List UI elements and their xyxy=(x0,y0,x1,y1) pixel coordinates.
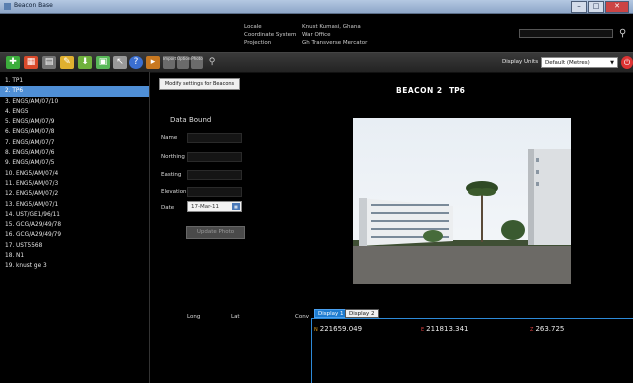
lat-label: Lat xyxy=(231,314,240,320)
northing-readout: N 221659.049 xyxy=(314,325,362,333)
list-item[interactable]: 5. ENG5/AM/07/9 xyxy=(0,117,149,127)
z-key: Z xyxy=(530,327,534,333)
list-item[interactable]: 12. ENG5/AM/07/2 xyxy=(0,189,149,199)
list-item[interactable]: 19. knust ge 3 xyxy=(0,261,149,271)
projection-label: Projection xyxy=(244,40,272,46)
beacon-title: BEACON 2 xyxy=(396,86,443,95)
list-item[interactable]: 4. ENG5 xyxy=(0,107,149,117)
window-controls: – □ ✕ xyxy=(570,1,629,13)
display-panel: Display 1 Display 2 N 221659.049 E 211813.… xyxy=(311,306,633,383)
list-item[interactable]: 3. ENG5/AM/07/10 xyxy=(0,97,149,107)
edit-icon[interactable]: ✎ xyxy=(60,56,74,69)
easting-label: Easting xyxy=(161,172,182,178)
list-item[interactable]: 15. GCG/A29/49/78 xyxy=(0,220,149,230)
e-key: E xyxy=(421,327,425,333)
document-icon[interactable]: ▤ xyxy=(42,56,56,69)
close-icon[interactable]: ✕ xyxy=(605,1,629,13)
tab-display-1[interactable]: Display 1 xyxy=(314,309,348,318)
list-item[interactable]: 1. TP1 xyxy=(0,76,149,86)
data-bound-title: Data Bound xyxy=(170,116,212,124)
list-item[interactable]: 10. ENG5/AM/07/4 xyxy=(0,169,149,179)
date-picker[interactable]: 17-Mar-11 ▦ xyxy=(187,201,242,212)
import-button[interactable]: Import xyxy=(163,56,176,69)
options-button[interactable]: Options xyxy=(177,56,192,69)
list-item[interactable]: 7. ENG5/AM/07/7 xyxy=(0,138,149,148)
display-units-label: Display Units xyxy=(502,59,539,65)
list-item[interactable]: 11. ENG5/AM/07/3 xyxy=(0,179,149,189)
list-item[interactable]: 8. ENG5/AM/07/6 xyxy=(0,148,149,158)
z-value: 263.725 xyxy=(535,325,565,333)
photo-button[interactable]: Photo xyxy=(191,56,203,69)
easting-field[interactable] xyxy=(187,170,242,180)
map-icon[interactable]: ▣ xyxy=(96,56,110,69)
elevation-label: Elevation xyxy=(161,189,187,195)
search-input[interactable] xyxy=(519,29,613,38)
display-units-select[interactable]: Default (Metres) ▼ xyxy=(541,57,618,68)
list-item[interactable]: 14. UST/GE1/96/11 xyxy=(0,210,149,220)
window-title: Beacon Base xyxy=(14,2,53,9)
app-icon xyxy=(4,3,11,10)
long-label: Long xyxy=(187,314,201,320)
beacon-name: TP6 xyxy=(449,86,465,95)
name-field[interactable] xyxy=(187,133,242,143)
list-item[interactable]: 16. GCG/A29/49/79 xyxy=(0,230,149,240)
name-label: Name xyxy=(161,135,178,141)
locale-label: Locale xyxy=(244,24,262,30)
easting-readout: E 211813.341 xyxy=(421,325,468,333)
e-value: 211813.341 xyxy=(426,325,469,333)
list-item[interactable]: 18. N1 xyxy=(0,251,149,261)
chevron-down-icon: ▼ xyxy=(610,60,614,66)
date-value: 17-Mar-11 xyxy=(191,204,219,210)
tab-display-2[interactable]: Display 2 xyxy=(345,309,379,318)
pointer-icon[interactable]: ↖ xyxy=(113,56,127,69)
northing-label: Northing xyxy=(161,154,185,160)
search-icon[interactable]: ⚲ xyxy=(619,28,626,39)
list-item[interactable]: 6. ENG5/AM/07/8 xyxy=(0,127,149,137)
download-icon[interactable]: ⬇ xyxy=(78,56,92,69)
power-icon[interactable]: ⏻ xyxy=(621,56,633,69)
northing-field[interactable] xyxy=(187,152,242,162)
export-icon[interactable]: ▸ xyxy=(146,56,160,69)
coord-system-label: Coordinate System xyxy=(244,32,297,38)
list-item[interactable]: 17. UST5568 xyxy=(0,241,149,251)
toolbar: ✚ ▦ ▤ ✎ ⬇ ▣ ↖ ? ▸ Import Options Photo ⚲… xyxy=(0,52,633,73)
minimize-icon[interactable]: – xyxy=(571,1,587,13)
display-units-value: Default (Metres) xyxy=(545,60,590,66)
update-photo-button[interactable]: Update Photo xyxy=(186,226,245,239)
info-bar: Locale Knust Kumasi, Ghana Coordinate Sy… xyxy=(0,14,633,52)
help-icon[interactable]: ? xyxy=(129,56,143,69)
locale-value: Knust Kumasi, Ghana xyxy=(302,24,361,30)
modify-settings-button[interactable]: Modify settings for Beacons xyxy=(159,78,240,90)
beacon-photo xyxy=(353,118,571,284)
n-value: 221659.049 xyxy=(319,325,363,333)
find-icon[interactable]: ⚲ xyxy=(205,56,219,69)
add-icon[interactable]: ✚ xyxy=(6,56,20,69)
window-titlebar: Beacon Base – □ ✕ xyxy=(0,0,633,14)
coord-system-value: War Office xyxy=(302,32,331,38)
elevation-field[interactable] xyxy=(187,187,242,197)
list-item-selected[interactable]: 2. TP6 xyxy=(0,86,149,97)
beacon-list: 1. TP1 2. TP6 3. ENG5/AM/07/10 4. ENG5 5… xyxy=(0,72,150,383)
date-label: Date xyxy=(161,205,175,211)
list-item[interactable]: 9. ENG5/AM/07/5 xyxy=(0,158,149,168)
n-key: N xyxy=(314,327,318,333)
record-icon[interactable]: ▦ xyxy=(24,56,38,69)
calendar-icon[interactable]: ▦ xyxy=(232,203,240,210)
list-item[interactable]: 13. ENG5/AM/07/1 xyxy=(0,200,149,210)
conv-label: Conv xyxy=(295,314,309,320)
maximize-icon[interactable]: □ xyxy=(588,1,604,13)
elevation-readout: Z 263.725 xyxy=(530,325,564,333)
projection-value: Gh Transverse Mercator xyxy=(302,40,368,46)
